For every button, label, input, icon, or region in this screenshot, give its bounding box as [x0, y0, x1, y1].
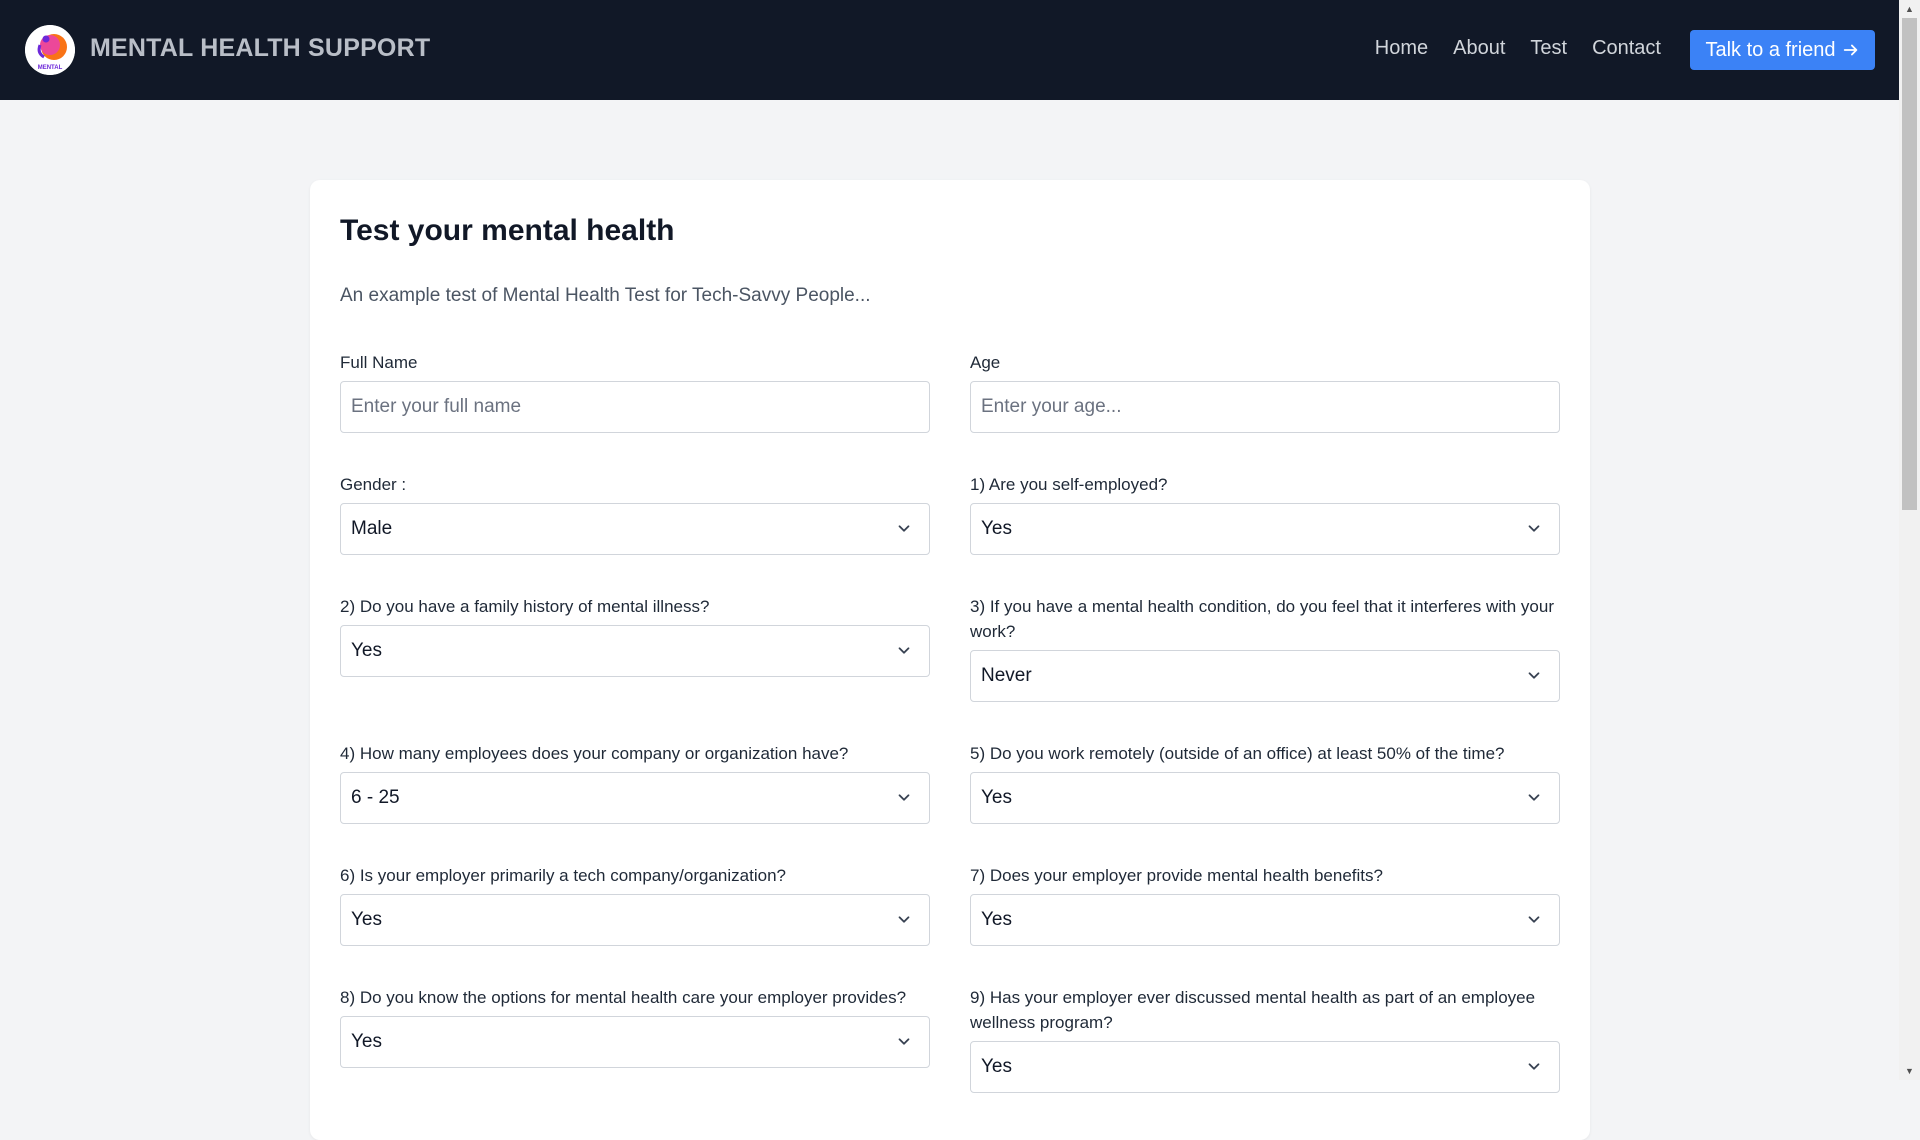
q1-select-value: Yes — [981, 518, 1012, 539]
main-nav: Home About Test Contact — [1375, 37, 1661, 60]
q3-select[interactable]: Never — [970, 650, 1560, 702]
q7-select-value: Yes — [981, 909, 1012, 930]
q5-select[interactable]: Yes — [970, 772, 1560, 824]
nav-link-test[interactable]: Test — [1530, 37, 1567, 60]
nav-link-home[interactable]: Home — [1375, 37, 1428, 60]
chevron-down-icon — [898, 916, 910, 923]
chevron-down-icon — [1528, 794, 1540, 801]
q2-select[interactable]: Yes — [340, 625, 930, 677]
q4-label: 4) How many employees does your company … — [340, 744, 849, 763]
chevron-down-icon — [898, 525, 910, 532]
gender-field: Gender : Male — [340, 472, 930, 555]
q3-select-value: Never — [981, 665, 1032, 686]
q1-field: 1) Are you self-employed? Yes — [970, 472, 1560, 555]
q9-select[interactable]: Yes — [970, 1041, 1560, 1093]
top-navbar: MENTAL MENTAL HEALTH SUPPORT Home About … — [0, 0, 1899, 100]
q5-select-value: Yes — [981, 787, 1012, 808]
brand-name[interactable]: MENTAL HEALTH SUPPORT — [90, 34, 430, 63]
chevron-down-icon — [1528, 1063, 1540, 1070]
q2-select-value: Yes — [351, 640, 382, 661]
form-subtitle: An example test of Mental Health Test fo… — [340, 285, 871, 306]
mental-health-test-card: Test your mental health An example test … — [310, 180, 1590, 1140]
scrollbar-thumb[interactable] — [1902, 18, 1917, 510]
q3-field: 3) If you have a mental health condition… — [970, 594, 1560, 702]
nav-link-about[interactable]: About — [1453, 37, 1505, 60]
chevron-down-icon — [1528, 672, 1540, 679]
gender-select[interactable]: Male — [340, 503, 930, 555]
form-title: Test your mental health — [340, 214, 675, 247]
q2-label: 2) Do you have a family history of menta… — [340, 597, 710, 616]
q5-label: 5) Do you work remotely (outside of an o… — [970, 744, 1505, 763]
q6-field: 6) Is your employer primarily a tech com… — [340, 863, 930, 946]
q5-field: 5) Do you work remotely (outside of an o… — [970, 741, 1560, 824]
q1-label: 1) Are you self-employed? — [970, 475, 1168, 494]
q9-label: 9) Has your employer ever discussed ment… — [970, 988, 1536, 1032]
full-name-input[interactable] — [340, 381, 930, 433]
scroll-down-arrow-icon[interactable]: ▼ — [1899, 1062, 1920, 1080]
q4-select-value: 6 - 25 — [351, 787, 400, 808]
q6-select-value: Yes — [351, 909, 382, 930]
q6-label: 6) Is your employer primarily a tech com… — [340, 866, 786, 885]
chevron-down-icon — [1528, 916, 1540, 923]
age-input[interactable] — [970, 381, 1560, 433]
q7-select[interactable]: Yes — [970, 894, 1560, 946]
chevron-down-icon — [898, 794, 910, 801]
q4-field: 4) How many employees does your company … — [340, 741, 930, 824]
q7-field: 7) Does your employer provide mental hea… — [970, 863, 1560, 946]
logo-wordmark: MENTAL — [38, 65, 63, 71]
brand-logo-icon[interactable]: MENTAL — [25, 25, 75, 75]
chevron-down-icon — [1528, 525, 1540, 532]
q7-label: 7) Does your employer provide mental hea… — [970, 866, 1383, 885]
full-name-label: Full Name — [340, 353, 418, 372]
q4-select[interactable]: 6 - 25 — [340, 772, 930, 824]
q2-field: 2) Do you have a family history of menta… — [340, 594, 930, 677]
q9-field: 9) Has your employer ever discussed ment… — [970, 985, 1560, 1093]
q8-select-value: Yes — [351, 1031, 382, 1052]
age-field: Age — [970, 350, 1560, 433]
talk-to-a-friend-label: Talk to a friend — [1705, 38, 1836, 61]
nav-link-contact[interactable]: Contact — [1592, 37, 1661, 60]
full-name-field: Full Name — [340, 350, 930, 433]
gender-label: Gender : — [340, 475, 407, 494]
chevron-down-icon — [898, 1038, 910, 1045]
q8-field: 8) Do you know the options for mental he… — [340, 985, 930, 1068]
chevron-down-icon — [898, 647, 910, 654]
q9-select-value: Yes — [981, 1056, 1012, 1077]
q3-label: 3) If you have a mental health condition… — [970, 597, 1555, 641]
talk-to-a-friend-button[interactable]: Talk to a friend — [1690, 30, 1875, 70]
age-label: Age — [970, 353, 1001, 372]
q1-select[interactable]: Yes — [970, 503, 1560, 555]
q6-select[interactable]: Yes — [340, 894, 930, 946]
gender-select-value: Male — [351, 518, 393, 539]
q8-select[interactable]: Yes — [340, 1016, 930, 1068]
page-scrollbar[interactable]: ▲ ▼ — [1899, 0, 1920, 1080]
arrow-right-icon — [1843, 44, 1857, 56]
q8-label: 8) Do you know the options for mental he… — [340, 988, 907, 1007]
scroll-up-arrow-icon[interactable]: ▲ — [1899, 0, 1920, 18]
